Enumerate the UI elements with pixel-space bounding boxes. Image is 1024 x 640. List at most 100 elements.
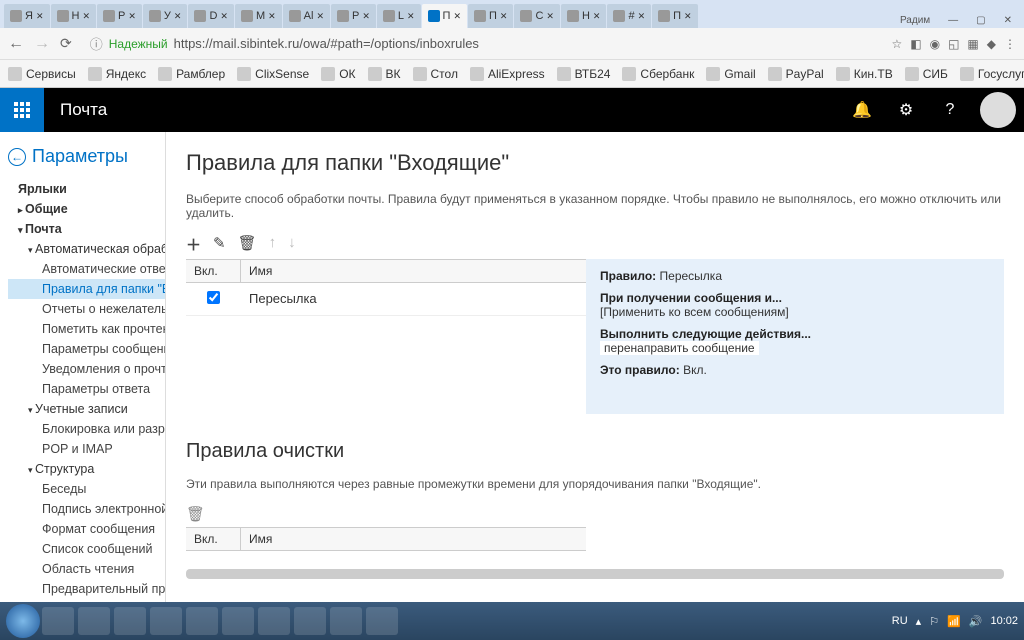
sidebar-item[interactable]: Пометить как прочтенно <box>8 319 165 339</box>
browser-tab[interactable]: П✕ <box>422 4 467 28</box>
browser-tab[interactable]: Н✕ <box>561 4 607 28</box>
sidebar-item[interactable]: Список сообщений <box>8 539 165 559</box>
browser-tab[interactable]: П✕ <box>468 4 513 28</box>
gear-icon[interactable]: ⚙ <box>884 88 928 132</box>
rule-enabled-checkbox[interactable] <box>207 291 220 304</box>
sidebar-item[interactable]: Автоматическая обработка <box>8 239 165 259</box>
sidebar-item[interactable]: Отчеты о нежелательной <box>8 299 165 319</box>
sidebar-item[interactable]: Предварительный просм <box>8 579 165 599</box>
browser-tab[interactable]: С✕ <box>514 4 560 28</box>
browser-tab[interactable]: D✕ <box>188 4 234 28</box>
bookmark-item[interactable]: Госуслуги <box>960 67 1024 81</box>
app-launcher-icon[interactable] <box>0 88 44 132</box>
start-button[interactable] <box>6 604 40 638</box>
sidebar-item[interactable]: Параметры сообщения <box>8 339 165 359</box>
menu-icon[interactable]: ⋮ <box>1004 37 1016 51</box>
bookmark-item[interactable]: Стол <box>413 67 458 81</box>
maximize-button[interactable]: ▢ <box>968 13 993 28</box>
section-title-cleanup: Правила очистки <box>186 440 1004 463</box>
edit-rule-icon[interactable]: ✎ <box>213 234 226 255</box>
bookmark-item[interactable]: Gmail <box>706 67 755 81</box>
task-icon[interactable] <box>330 607 362 635</box>
reload-icon[interactable]: ⟳ <box>60 35 72 52</box>
flag-icon[interactable]: ⚐ <box>929 615 939 628</box>
bookmark-item[interactable]: ОК <box>321 67 355 81</box>
task-icon[interactable] <box>186 607 218 635</box>
star-icon[interactable]: ☆ <box>891 37 902 51</box>
task-icon[interactable] <box>42 607 74 635</box>
sidebar-item[interactable]: Учетные записи <box>8 399 165 419</box>
col-enabled: Вкл. <box>186 528 241 550</box>
settings-back[interactable]: ← Параметры <box>8 146 165 167</box>
close-button[interactable]: ✕ <box>996 13 1020 28</box>
browser-tab[interactable]: Al✕ <box>283 4 330 28</box>
scrollbar[interactable] <box>186 569 1004 579</box>
task-icon[interactable] <box>150 607 182 635</box>
network-icon[interactable]: 📶 <box>947 615 961 628</box>
apps-button[interactable]: Сервисы <box>8 67 76 81</box>
sidebar-item[interactable]: Правила для папки "Вход <box>8 279 165 299</box>
sidebar-item[interactable]: Параметры ответа <box>8 379 165 399</box>
back-arrow-icon[interactable]: ← <box>8 35 24 53</box>
sidebar-item[interactable]: Уведомления о прочтени <box>8 359 165 379</box>
sidebar-item[interactable]: Структура <box>8 459 165 479</box>
ext-icon[interactable]: ◱ <box>948 37 959 51</box>
bell-icon[interactable]: 🔔 <box>840 88 884 132</box>
add-rule-icon[interactable]: ＋ <box>186 234 201 255</box>
browser-tab[interactable]: Н✕ <box>51 4 97 28</box>
sidebar-item[interactable]: Формат сообщения <box>8 519 165 539</box>
bookmark-item[interactable]: Сбербанк <box>622 67 694 81</box>
delete-cleanup-icon[interactable]: 🗑 <box>186 505 205 523</box>
bookmark-item[interactable]: Рамблер <box>158 67 225 81</box>
browser-tab[interactable]: Р✕ <box>331 4 376 28</box>
sidebar-item[interactable]: Область чтения <box>8 559 165 579</box>
move-down-icon[interactable]: ↓ <box>288 234 296 255</box>
ext-icon[interactable]: ◉ <box>930 37 940 51</box>
tray-lang[interactable]: RU <box>892 615 908 627</box>
task-icon[interactable] <box>258 607 290 635</box>
sidebar-item[interactable]: Почта <box>8 219 165 239</box>
sidebar-item[interactable]: Беседы <box>8 479 165 499</box>
help-icon[interactable]: ? <box>928 88 972 132</box>
table-row[interactable]: Пересылка <box>186 283 586 316</box>
move-up-icon[interactable]: ↑ <box>269 234 277 255</box>
forward-arrow-icon[interactable]: → <box>34 35 50 53</box>
browser-tab[interactable]: М✕ <box>235 4 282 28</box>
bookmark-item[interactable]: Кин.ТВ <box>836 67 893 81</box>
browser-tab[interactable]: Я✕ <box>4 4 50 28</box>
bookmark-item[interactable]: ClixSense <box>237 67 309 81</box>
url-box[interactable]: ⓘ Надежный https://mail.sibintek.ru/owa/… <box>82 31 882 56</box>
delete-rule-icon[interactable]: 🗑 <box>238 234 257 255</box>
browser-tab[interactable]: П✕ <box>652 4 697 28</box>
info-icon: ⓘ <box>90 34 103 53</box>
sidebar-item[interactable]: Блокировка или разреше <box>8 419 165 439</box>
task-icon[interactable] <box>222 607 254 635</box>
task-icon[interactable] <box>294 607 326 635</box>
avatar[interactable] <box>980 92 1016 128</box>
volume-icon[interactable]: 🔊 <box>969 615 983 628</box>
sidebar-item[interactable]: Общие <box>8 199 165 219</box>
browser-tab[interactable]: Р✕ <box>97 4 142 28</box>
sidebar-item[interactable]: Автоматические ответы <box>8 259 165 279</box>
bookmark-item[interactable]: ВТБ24 <box>557 67 611 81</box>
bookmark-item[interactable]: СИБ <box>905 67 948 81</box>
task-icon[interactable] <box>78 607 110 635</box>
bookmark-item[interactable]: PayPal <box>768 67 824 81</box>
task-icon[interactable] <box>114 607 146 635</box>
bookmark-item[interactable]: Яндекс <box>88 67 146 81</box>
tray-up-icon[interactable]: ▴ <box>916 615 922 628</box>
page-description: Выберите способ обработки почты. Правила… <box>186 192 1004 220</box>
task-icon[interactable] <box>366 607 398 635</box>
bookmark-item[interactable]: ВК <box>368 67 401 81</box>
browser-tab[interactable]: У✕ <box>143 4 188 28</box>
sidebar-item[interactable]: Подпись электронной по <box>8 499 165 519</box>
browser-tab[interactable]: L✕ <box>377 4 421 28</box>
ext-icon[interactable]: ◧ <box>910 37 921 51</box>
minimize-button[interactable]: — <box>940 13 966 28</box>
ext-icon[interactable]: ▦ <box>967 37 978 51</box>
bookmark-item[interactable]: AliExpress <box>470 67 545 81</box>
sidebar-item[interactable]: POP и IMAP <box>8 439 165 459</box>
browser-tab[interactable]: #✕ <box>607 4 651 28</box>
sidebar-item[interactable]: Ярлыки <box>8 179 165 199</box>
ext-icon[interactable]: ◆ <box>987 37 996 51</box>
